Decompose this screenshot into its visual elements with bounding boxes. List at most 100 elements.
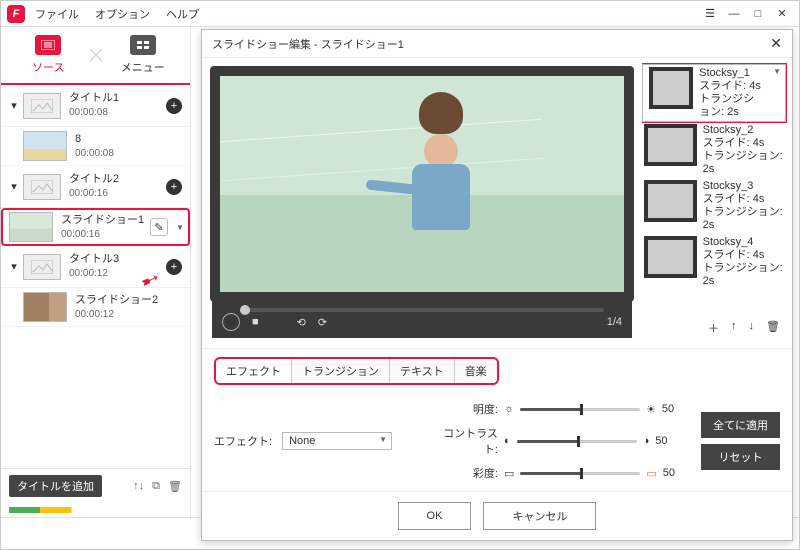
scrub-bar[interactable] <box>240 308 604 312</box>
app-logo: F <box>7 5 25 23</box>
sat-low-icon: ▭ <box>504 467 514 480</box>
effect-label: エフェクト: <box>214 433 272 449</box>
child-name: 8 <box>75 132 182 146</box>
add-slide-icon[interactable]: ＋ <box>708 320 719 336</box>
slide-thumb <box>644 124 697 166</box>
tab-transition[interactable]: トランジション <box>292 359 390 383</box>
slide-duration: スライド: 4s <box>703 137 784 150</box>
child-time: 00:00:16 <box>61 229 100 240</box>
swap-icon[interactable]: ↑↓ <box>133 480 144 492</box>
slide-card[interactable]: Stocksy_1スライド: 4sトランジション: 2s <box>642 64 786 122</box>
slide-name: Stocksy_2 <box>703 124 784 137</box>
title-time: 00:00:16 <box>69 188 108 199</box>
effect-select[interactable]: None <box>282 432 392 450</box>
maximize-icon[interactable]: □ <box>747 5 769 23</box>
child-row[interactable]: スライドショー200:00:12 <box>1 288 190 327</box>
slide-duration: スライド: 4s <box>703 193 784 206</box>
title-name: タイトル3 <box>69 252 166 266</box>
title-row[interactable]: ▾ タイトル3 00:00:12 + <box>1 246 190 288</box>
contrast-low-icon: ◐ <box>504 435 511 447</box>
title-time: 00:00:08 <box>69 107 108 118</box>
title-name: タイトル2 <box>69 172 166 186</box>
toggle-icon[interactable]: ▾ <box>9 260 19 273</box>
menu-file[interactable]: ファイル <box>35 6 79 22</box>
child-time: 00:00:12 <box>75 309 114 320</box>
slide-counter: 1/4 <box>607 316 622 328</box>
title-name: タイトル1 <box>69 91 166 105</box>
move-up-icon[interactable]: ↑ <box>731 320 737 336</box>
timeline-bar <box>9 507 182 513</box>
contrast-value: 50 <box>655 435 667 447</box>
slide-duration: スライド: 4s <box>703 249 784 262</box>
child-row[interactable]: 8 00:00:08 <box>1 127 190 166</box>
tab-menu[interactable]: メニュー <box>96 27 191 83</box>
preview <box>212 68 632 300</box>
ok-button[interactable]: OK <box>398 502 472 530</box>
slide-transition: トランジション: 2s <box>703 262 784 288</box>
tab-text[interactable]: テキスト <box>390 359 455 383</box>
saturation-value: 50 <box>663 467 675 479</box>
title-row[interactable]: ▾ タイトル1 00:00:08 + <box>1 85 190 127</box>
child-name: スライドショー1 <box>61 213 150 227</box>
child-thumb <box>9 212 53 242</box>
title-row[interactable]: ▾ タイトル2 00:00:16 + <box>1 166 190 208</box>
menu-help[interactable]: ヘルプ <box>166 6 199 22</box>
add-item-icon[interactable]: + <box>166 98 182 114</box>
tab-effect[interactable]: エフェクト <box>216 359 292 383</box>
saturation-slider[interactable] <box>520 472 640 475</box>
slide-thumb <box>644 180 697 222</box>
tab-music[interactable]: 音楽 <box>455 359 497 383</box>
settings-icon[interactable]: ☰ <box>699 5 721 23</box>
sun-bright-icon: ☀ <box>646 403 656 416</box>
slide-name: Stocksy_4 <box>703 236 784 249</box>
move-down-icon[interactable]: ↓ <box>749 320 755 336</box>
slide-thumb <box>644 236 697 278</box>
toggle-icon[interactable]: ▾ <box>9 99 19 112</box>
add-title-button[interactable]: タイトルを追加 <box>9 475 102 497</box>
add-item-icon[interactable]: + <box>166 259 182 275</box>
close-icon[interactable]: ✕ <box>771 5 793 23</box>
edit-icon[interactable]: ✎ <box>150 218 168 236</box>
slide-transition: トランジション: 2s <box>703 150 784 176</box>
slide-duration: スライド: 4s <box>699 80 765 93</box>
dialog-close-icon[interactable]: ✕ <box>770 35 782 52</box>
menu-grid-icon <box>130 35 156 55</box>
sun-dim-icon: ☼ <box>504 403 514 415</box>
delete-slide-icon[interactable]: 🗑 <box>766 320 780 336</box>
tab-source[interactable]: ソース <box>1 27 96 83</box>
toggle-icon[interactable]: ▾ <box>9 180 19 193</box>
apply-all-button[interactable]: 全てに適用 <box>701 412 780 438</box>
slideshow-edit-dialog: スライドショー編集 - スライドショー1 ✕ ▶ ■ ⟲ ⟳ 1/4 <box>201 29 793 541</box>
source-icon <box>35 35 61 55</box>
contrast-label: コントラスト: <box>440 425 498 457</box>
slide-name: Stocksy_1 <box>699 67 765 80</box>
rotate-right-icon[interactable]: ⟳ <box>318 316 327 329</box>
brightness-label: 明度: <box>440 401 498 417</box>
add-item-icon[interactable]: + <box>166 179 182 195</box>
child-time: 00:00:08 <box>75 148 114 159</box>
menu-option[interactable]: オプション <box>95 6 150 22</box>
slide-card[interactable]: Stocksy_2スライド: 4sトランジション: 2s <box>642 122 786 178</box>
contrast-slider[interactable] <box>517 440 637 443</box>
copy-icon[interactable]: ⧉ <box>152 480 160 493</box>
minimize-icon[interactable]: — <box>723 5 745 23</box>
child-row[interactable]: スライドショー1 00:00:16 ✎ <box>1 208 190 246</box>
brightness-slider[interactable] <box>520 408 640 411</box>
rotate-left-icon[interactable]: ⟲ <box>297 316 306 329</box>
stop-icon[interactable]: ■ <box>252 316 259 328</box>
title-thumb <box>23 93 61 119</box>
play-icon[interactable]: ▶ <box>222 313 240 331</box>
title-time: 00:00:12 <box>69 268 108 279</box>
delete-icon[interactable]: 🗑 <box>168 480 182 493</box>
sat-high-icon: ▭ <box>646 467 656 480</box>
slide-card[interactable]: Stocksy_3スライド: 4sトランジション: 2s <box>642 178 786 234</box>
cancel-button[interactable]: キャンセル <box>483 502 596 530</box>
slide-name: Stocksy_3 <box>703 180 784 193</box>
child-thumb <box>23 292 67 322</box>
slide-transition: トランジション: 2s <box>703 206 784 232</box>
player-controls: ▶ ■ ⟲ ⟳ 1/4 <box>212 300 632 338</box>
reset-button[interactable]: リセット <box>701 444 780 470</box>
title-thumb <box>23 254 61 280</box>
slide-card[interactable]: Stocksy_4スライド: 4sトランジション: 2s <box>642 234 786 290</box>
slide-transition: トランジション: 2s <box>699 93 765 119</box>
